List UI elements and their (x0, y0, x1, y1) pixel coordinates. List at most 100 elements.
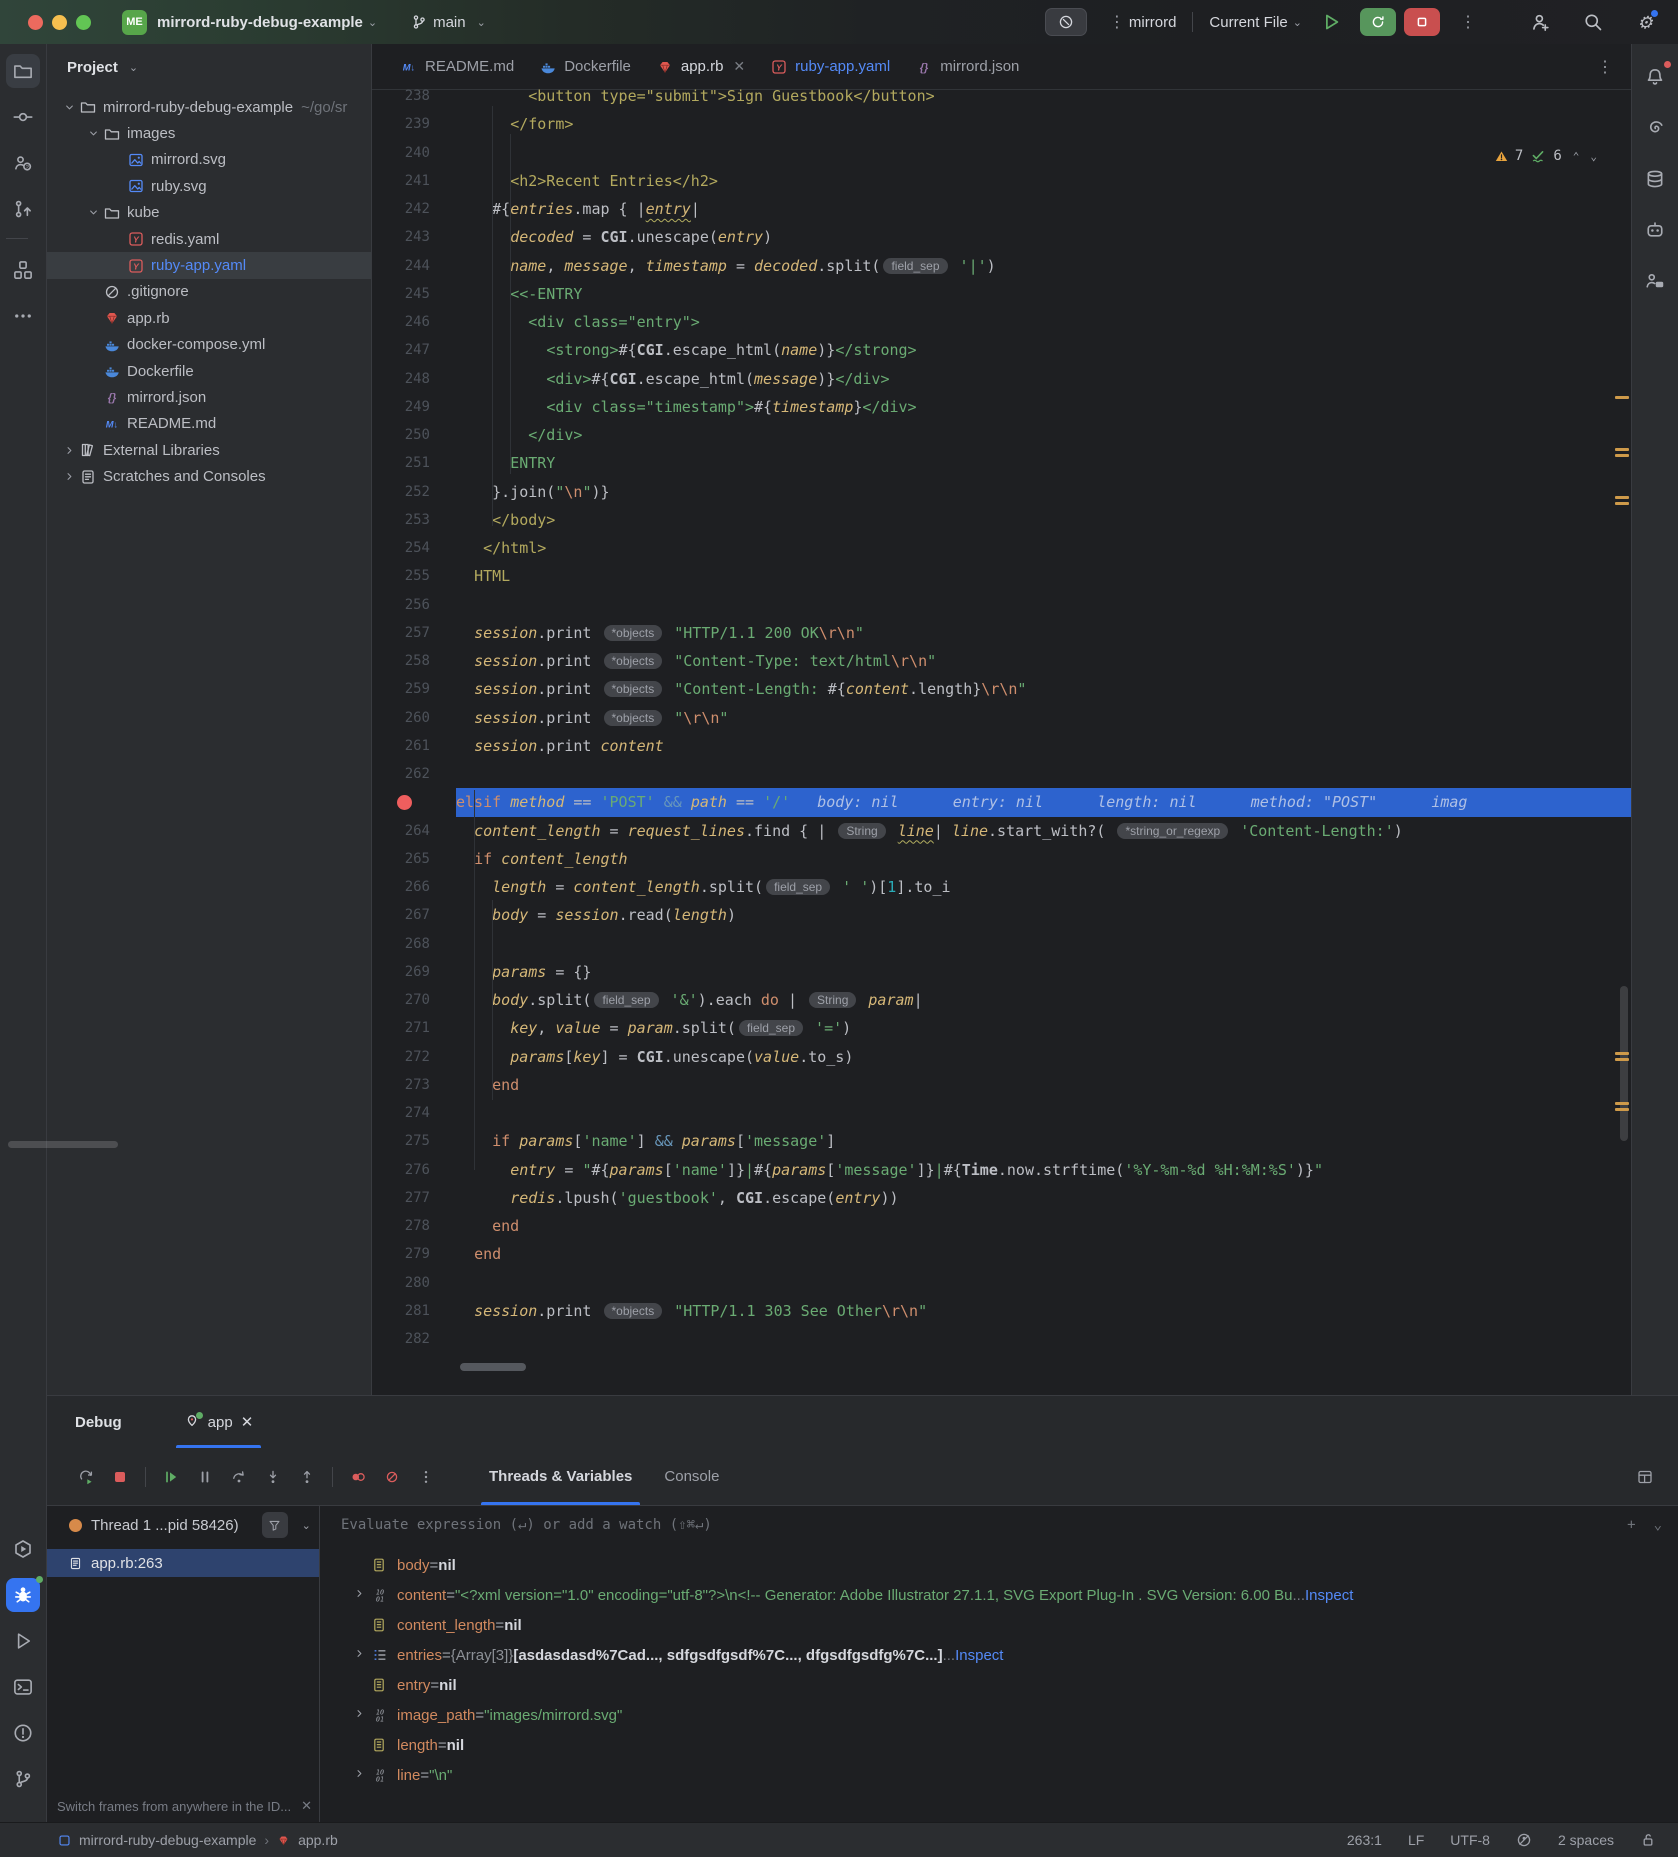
next-problem-icon[interactable]: ⌄ (1590, 150, 1597, 163)
line-number[interactable]: 245 (372, 286, 456, 302)
tool-button-git[interactable] (6, 1762, 40, 1796)
tool-button-database[interactable] (1638, 162, 1672, 196)
chevron-down-icon[interactable] (61, 101, 77, 114)
variable-value[interactable]: Inspect (955, 1647, 1003, 1664)
tool-button-terminal[interactable] (6, 1670, 40, 1704)
line-number[interactable]: 258 (372, 653, 456, 669)
tree-item-.gitignore[interactable]: .gitignore (47, 279, 371, 305)
chevron-right-icon[interactable] (61, 444, 77, 457)
resume-program-button[interactable] (154, 1460, 188, 1494)
line-number[interactable]: 274 (372, 1105, 456, 1121)
code-text[interactable]: params = {} (456, 958, 1631, 986)
read-only-toggle[interactable] (1640, 1832, 1656, 1848)
code-text[interactable]: session.print *objects "HTTP/1.1 200 OK\… (456, 619, 1631, 647)
mirrord-label[interactable]: mirrord (1129, 14, 1177, 31)
tree-item-Scratches and Consoles[interactable]: Scratches and Consoles (47, 463, 371, 489)
code-text[interactable]: body = session.read(length) (456, 901, 1631, 929)
code-text[interactable]: </body> (456, 506, 1631, 534)
code-text[interactable]: }.join("\n")} (456, 478, 1631, 506)
code-text[interactable]: session.print *objects "\r\n" (456, 704, 1631, 732)
line-number[interactable]: 255 (372, 568, 456, 584)
code-text[interactable]: HTML (456, 562, 1631, 590)
variable-entries[interactable]: entries = {Array[3]} [asdasdasd%7Cad...,… (321, 1640, 1678, 1670)
line-number[interactable]: 253 (372, 512, 456, 528)
zoom-window-button[interactable] (76, 15, 91, 30)
more-actions-kebab-icon[interactable]: ⋮ (1456, 12, 1480, 32)
line-number[interactable]: 278 (372, 1218, 456, 1234)
line-number[interactable]: 248 (372, 371, 456, 387)
close-tab-icon[interactable]: ✕ (733, 58, 745, 75)
line-number[interactable]: 238 (372, 88, 456, 104)
tool-button-mirrord-tool[interactable] (1638, 111, 1672, 145)
expand-chevron-icon[interactable] (353, 1647, 371, 1663)
tab-options-kebab-icon[interactable]: ⋮ (1593, 57, 1617, 77)
code-text[interactable]: <h2>Recent Entries</h2> (456, 167, 1631, 195)
close-icon[interactable]: ✕ (241, 1413, 254, 1431)
code-text[interactable]: redis.lpush('guestbook', CGI.escape(entr… (456, 1184, 1631, 1212)
code-text[interactable] (456, 1269, 1631, 1297)
close-tip-icon[interactable]: ✕ (301, 1798, 312, 1814)
line-number[interactable]: 276 (372, 1162, 456, 1178)
code-text[interactable]: entry = "#{params['name']}|#{params['mes… (456, 1156, 1631, 1184)
chevron-down-icon[interactable] (85, 206, 101, 219)
stripe-warning-mark[interactable] (1615, 496, 1629, 499)
inspections-widget[interactable]: 7 6 ⌃ ⌄ (1495, 148, 1597, 164)
expand-chevron-icon[interactable] (353, 1587, 371, 1603)
mirrord-toggle-button[interactable] (1045, 8, 1087, 36)
code-text[interactable]: <div class="entry"> (456, 308, 1631, 336)
line-number[interactable]: 251 (372, 455, 456, 471)
tree-item-mirrord-ruby-debug-example[interactable]: mirrord-ruby-debug-example~/go/sr (47, 94, 371, 120)
code-text[interactable]: length = content_length.split(field_sep … (456, 873, 1631, 901)
caret-position[interactable]: 263:1 (1347, 1832, 1382, 1848)
chevron-down-icon[interactable]: ⌄ (1654, 1517, 1662, 1533)
stop-process-button[interactable] (103, 1460, 137, 1494)
variable-length[interactable]: length = nil (321, 1730, 1678, 1760)
tree-item-kube[interactable]: kube (47, 200, 371, 226)
code-text[interactable]: <<-ENTRY (456, 280, 1631, 308)
chevron-right-icon[interactable] (61, 470, 77, 483)
line-number[interactable]: 273 (372, 1077, 456, 1093)
line-number[interactable]: 243 (372, 229, 456, 245)
code-text[interactable] (456, 930, 1631, 958)
stripe-warning-mark[interactable] (1615, 1058, 1629, 1061)
code-text[interactable] (456, 1099, 1631, 1127)
code-text[interactable]: body.split(field_sep '&').each do | Stri… (456, 986, 1631, 1014)
code-editor[interactable]: 238 <button type="submit">Sign Guestbook… (372, 90, 1631, 1395)
code-text[interactable]: #{entries.map { |entry| (456, 195, 1631, 223)
code-text[interactable]: <div>#{CGI.escape_html(message)}</div> (456, 365, 1631, 393)
settings-button[interactable]: ⚙ (1630, 7, 1660, 37)
filter-frames-button[interactable] (262, 1512, 288, 1538)
add-watch-icon[interactable]: + (1627, 1517, 1635, 1533)
line-number[interactable]: 262 (372, 766, 456, 782)
stripe-warning-mark[interactable] (1615, 502, 1629, 505)
project-scrollbar[interactable] (8, 1141, 118, 1148)
code-text[interactable] (456, 760, 1631, 788)
line-number[interactable]: 242 (372, 201, 456, 217)
code-text[interactable]: key, value = param.split(field_sep '=') (456, 1014, 1631, 1042)
indent-style[interactable]: 2 spaces (1558, 1832, 1614, 1848)
run-button[interactable] (1316, 7, 1346, 37)
tree-item-Dockerfile[interactable]: Dockerfile (47, 358, 371, 384)
stripe-warning-mark[interactable] (1615, 396, 1629, 399)
branch-widget[interactable]: main ⌄ (411, 14, 486, 31)
line-number[interactable]: 247 (372, 342, 456, 358)
code-text[interactable]: session.print *objects "HTTP/1.1 303 See… (456, 1297, 1631, 1325)
debug-view-tab-Threads & Variables[interactable]: Threads & Variables (473, 1448, 648, 1505)
variable-line[interactable]: 1001line = "\n" (321, 1760, 1678, 1790)
tool-button-notifications[interactable] (1638, 60, 1672, 94)
prev-problem-icon[interactable]: ⌃ (1573, 150, 1580, 163)
mute-breakpoints-button[interactable] (375, 1460, 409, 1494)
layout-settings-button[interactable] (1628, 1460, 1662, 1494)
rerun-debug-button[interactable] (69, 1460, 103, 1494)
step-over-button[interactable] (222, 1460, 256, 1494)
tool-button-problems[interactable] (6, 1716, 40, 1750)
step-into-button[interactable] (256, 1460, 290, 1494)
line-number[interactable]: 244 (372, 258, 456, 274)
tool-button-commit[interactable] (6, 100, 40, 134)
tree-item-app.rb[interactable]: app.rb (47, 305, 371, 331)
line-separator[interactable]: LF (1408, 1832, 1424, 1848)
code-text[interactable]: params[key] = CGI.unescape(value.to_s) (456, 1043, 1631, 1071)
stripe-warning-mark[interactable] (1615, 1052, 1629, 1055)
encoding[interactable]: UTF-8 (1450, 1832, 1490, 1848)
chevron-down-icon[interactable] (85, 127, 101, 140)
